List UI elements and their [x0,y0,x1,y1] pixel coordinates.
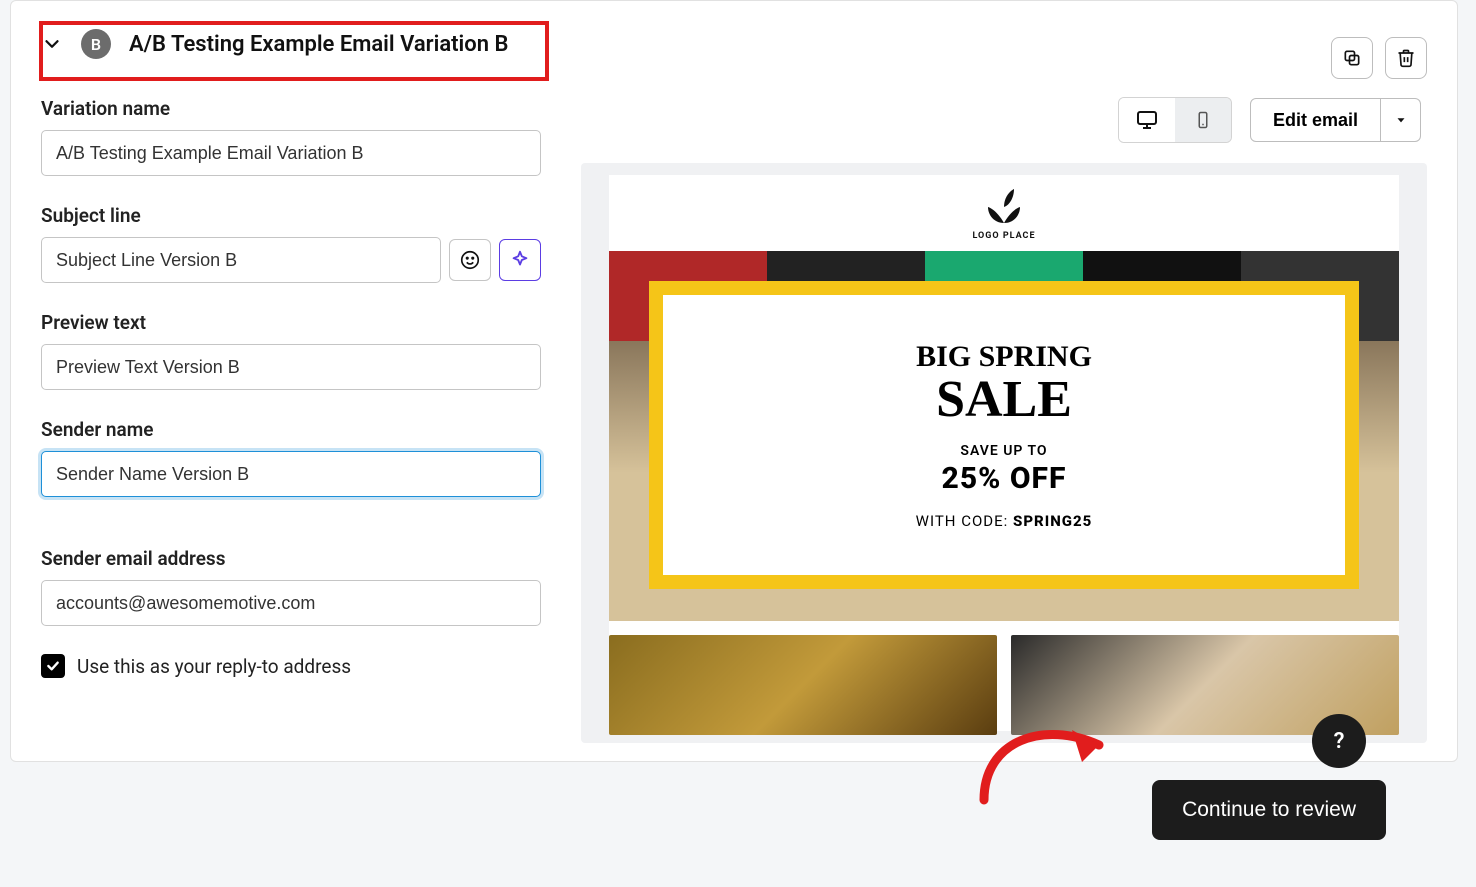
sale-percent-off: 25% OFF [942,461,1067,496]
input-sender-name[interactable] [41,451,541,497]
reply-to-checkbox-row[interactable]: Use this as your reply-to address [41,654,541,678]
label-sender-email: Sender email address [41,547,541,570]
label-variation-name: Variation name [41,97,541,120]
email-logo: LOGO PLACE [609,175,1399,251]
label-preview-text: Preview text [41,311,541,334]
email-preview: LOGO PLACE BIG SPRING SALE SAVE UP TO 25… [609,175,1399,731]
preview-column: Edit email LOGO PLACE [581,97,1427,743]
preview-toolbar: Edit email [581,97,1427,143]
sale-code: SPRING25 [1013,512,1092,530]
panel-header: B A/B Testing Example Email Variation B [11,1,1457,97]
field-sender-email: Sender email address [41,547,541,626]
mobile-view-button[interactable] [1175,98,1231,142]
form-column: Variation name Subject line Preview text [41,97,541,743]
header-actions [1331,37,1427,79]
delete-button[interactable] [1385,37,1427,79]
sale-headline-2: SALE [936,370,1072,429]
sale-code-row: WITH CODE: SPRING25 [916,512,1093,530]
panel-title: A/B Testing Example Email Variation B [129,32,508,57]
checkbox-reply-to[interactable] [41,654,65,678]
input-preview-text[interactable] [41,344,541,390]
device-toggle [1118,97,1232,143]
ai-sparkle-button[interactable] [499,239,541,281]
label-reply-to: Use this as your reply-to address [77,655,351,678]
input-sender-email[interactable] [41,580,541,626]
desktop-view-button[interactable] [1119,98,1175,142]
sale-card: BIG SPRING SALE SAVE UP TO 25% OFF WITH … [649,281,1359,589]
panel-body: Variation name Subject line Preview text [11,97,1457,743]
edit-email-group: Edit email [1250,98,1421,142]
edit-email-button[interactable]: Edit email [1250,98,1381,142]
edit-email-dropdown[interactable] [1381,98,1421,142]
field-variation-name: Variation name [41,97,541,176]
email-preview-frame: LOGO PLACE BIG SPRING SALE SAVE UP TO 25… [581,163,1427,743]
chevron-down-icon[interactable] [41,33,63,55]
hero-section: BIG SPRING SALE SAVE UP TO 25% OFF WITH … [609,251,1399,621]
sale-code-prefix: WITH CODE: [916,512,1013,530]
emoji-button[interactable] [449,239,491,281]
product-row [609,621,1399,735]
variation-panel: B A/B Testing Example Email Variation B … [10,0,1458,762]
sale-headline-1: BIG SPRING [916,340,1092,374]
continue-to-review-button[interactable]: Continue to review [1152,780,1386,840]
logo-text: LOGO PLACE [609,231,1399,241]
field-subject-line: Subject line [41,204,541,283]
input-variation-name[interactable] [41,130,541,176]
field-sender-name: Sender name [41,418,541,497]
label-subject-line: Subject line [41,204,541,227]
duplicate-button[interactable] [1331,37,1373,79]
product-thumb-1 [609,635,997,735]
variation-badge: B [81,29,111,59]
logo-icon [984,189,1024,223]
sale-save-up-to: SAVE UP TO [960,443,1047,459]
input-subject-line[interactable] [41,237,441,283]
help-button[interactable]: ? [1312,714,1366,768]
field-preview-text: Preview text [41,311,541,390]
label-sender-name: Sender name [41,418,541,441]
